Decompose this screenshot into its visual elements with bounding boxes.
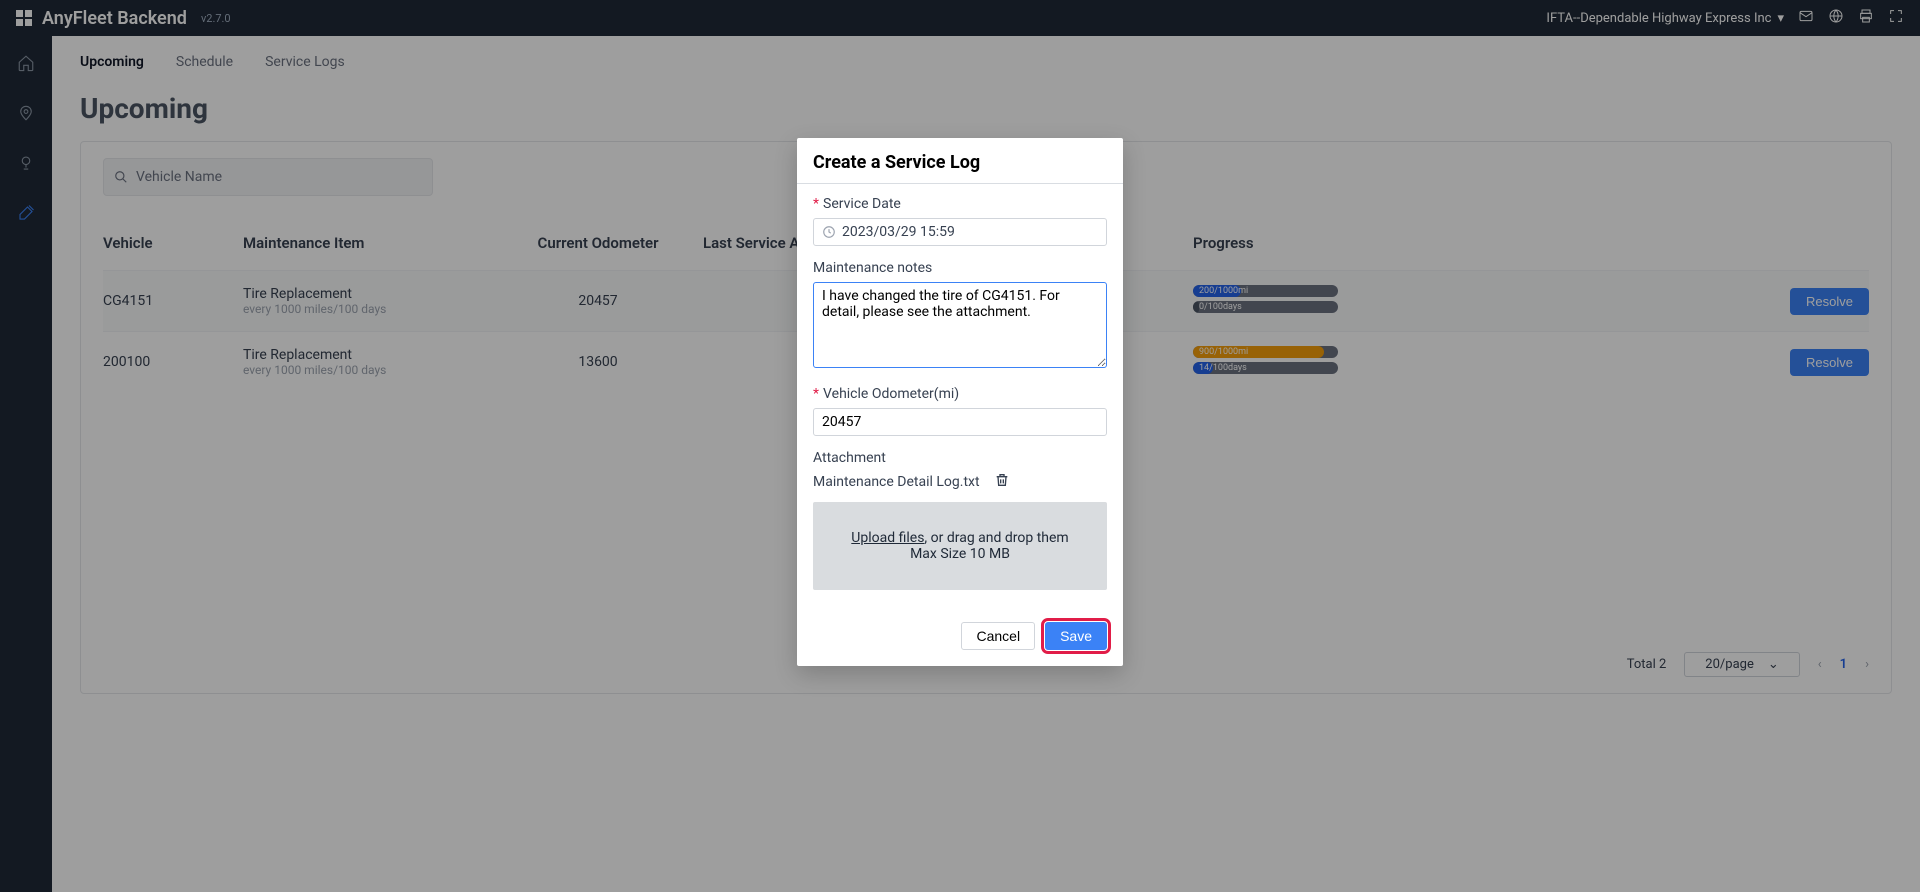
create-service-log-modal: Create a Service Log *Service Date 2023/…: [797, 138, 1123, 666]
cancel-button[interactable]: Cancel: [961, 622, 1035, 650]
attachment-filename: Maintenance Detail Log.txt: [813, 474, 980, 490]
modal-overlay: Create a Service Log *Service Date 2023/…: [0, 0, 1920, 892]
delete-attachment-icon[interactable]: [994, 472, 1010, 492]
upload-files-link[interactable]: Upload files: [851, 530, 924, 546]
maintenance-notes-input[interactable]: [813, 282, 1107, 368]
save-button[interactable]: Save: [1045, 622, 1107, 650]
modal-title: Create a Service Log: [797, 138, 1123, 184]
service-date-label: Service Date: [823, 196, 901, 212]
notes-label: Maintenance notes: [813, 260, 1107, 276]
vehicle-odometer-input[interactable]: [813, 408, 1107, 436]
dropzone-sub: Max Size 10 MB: [825, 546, 1095, 562]
service-date-input[interactable]: 2023/03/29 15:59: [813, 218, 1107, 246]
attachment-label: Attachment: [813, 450, 1107, 466]
upload-dropzone[interactable]: Upload files, or drag and drop them Max …: [813, 502, 1107, 590]
odometer-label: Vehicle Odometer(mi): [823, 386, 959, 402]
clock-icon: [822, 225, 836, 239]
